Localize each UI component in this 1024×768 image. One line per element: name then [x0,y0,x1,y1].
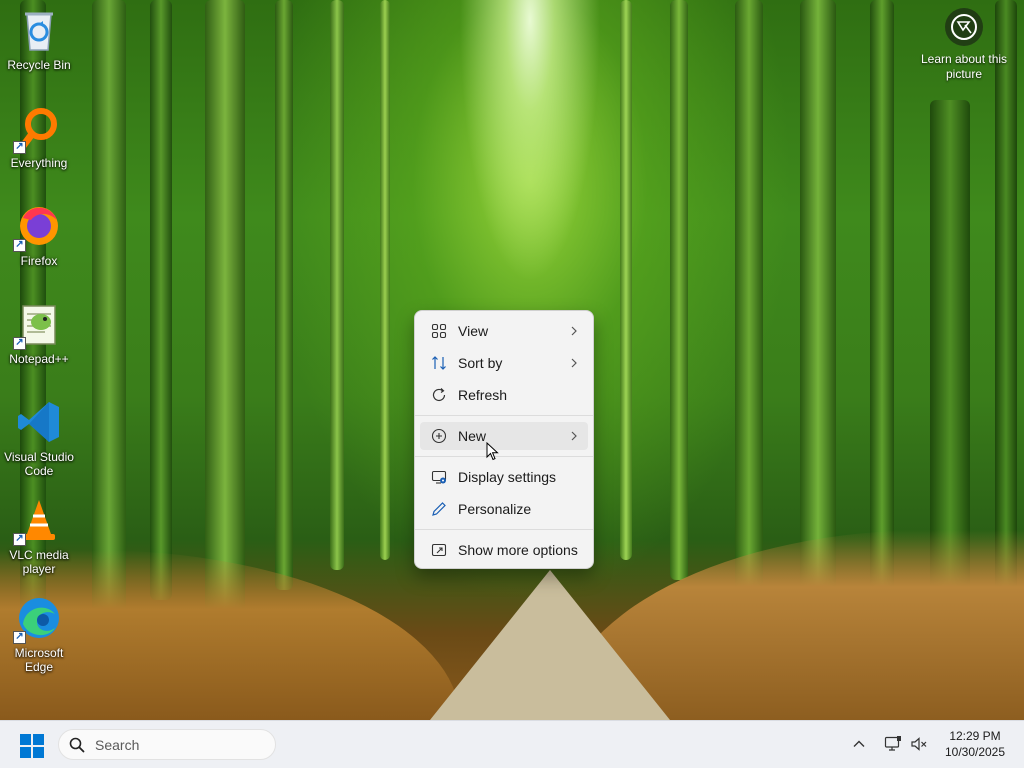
network-icon[interactable] [884,735,902,757]
menu-item-view[interactable]: View [420,317,588,345]
menu-item-new[interactable]: New [420,422,588,450]
menu-separator [415,529,593,530]
clock-date: 10/30/2025 [944,745,1006,759]
taskbar-clock[interactable]: 12:29 PM 10/30/2025 [935,728,1015,760]
desktop-icon-vlc[interactable]: ↗ VLC media player [2,490,76,578]
bamboo-stalk [995,0,1017,620]
menu-item-label: View [458,323,489,339]
menu-separator [415,456,593,457]
firefox-icon: ↗ [13,202,63,252]
desktop-icon-firefox[interactable]: ↗ Firefox [2,196,76,284]
taskbar-search-box[interactable] [58,729,276,760]
desktop-icon-vscode[interactable]: Visual Studio Code [2,392,76,480]
menu-item-label: Sort by [458,355,503,371]
camera-spotlight-icon [945,8,983,46]
menu-item-label: New [458,428,487,444]
desktop-icon-notepad-plus-plus[interactable]: ↗ Notepad++ [2,294,76,382]
plus-circle-icon [430,427,448,445]
recycle-bin-icon [15,6,63,54]
everything-search-icon: ↗ [13,104,63,154]
menu-item-show-more-options[interactable]: Show more options [420,536,588,564]
desktop-icon-label: Recycle Bin [7,58,71,72]
notepad-plus-plus-icon: ↗ [13,300,63,350]
expand-icon [430,541,448,559]
volume-muted-icon[interactable] [910,735,928,757]
desktop-icon-recycle-bin[interactable]: Recycle Bin [2,0,76,88]
bamboo-stalk [870,0,894,620]
refresh-icon [430,386,448,404]
mouse-cursor-icon [486,441,500,466]
learn-about-picture-label: Learn about this picture [920,52,1008,81]
bamboo-stalk [380,0,390,560]
menu-item-label: Refresh [458,387,508,403]
bamboo-stalk [670,0,688,580]
bamboo-stalk [330,0,344,570]
search-icon [69,737,85,753]
menu-item-label: Show more options [458,542,578,558]
grid-icon [430,322,448,340]
desktop-icon-label: Visual Studio Code [4,450,74,478]
menu-separator [415,415,593,416]
chevron-right-icon [570,429,578,445]
sort-icon [430,354,448,372]
desktop-icon-edge[interactable]: ↗ Microsoft Edge [2,588,76,676]
desktop-context-menu: View Sort by Refresh New Display setting… [414,310,594,569]
clock-time: 12:29 PM [949,729,1001,743]
bamboo-stalk [205,0,245,650]
menu-item-label: Personalize [458,501,532,517]
search-input[interactable] [93,735,257,754]
menu-item-sort-by[interactable]: Sort by [420,349,588,377]
chevron-right-icon [570,324,578,340]
bamboo-stalk [92,0,126,640]
edge-icon: ↗ [13,594,63,644]
display-settings-icon [430,468,448,486]
bamboo-stalk [275,0,293,590]
bamboo-stalk [150,0,172,600]
menu-item-personalize[interactable]: Personalize [420,495,588,523]
desktop-icon-label: Everything [10,156,68,170]
desktop-icon-label: VLC media player [9,548,69,576]
show-hidden-icons-chevron-icon[interactable] [852,736,866,755]
menu-item-refresh[interactable]: Refresh [420,381,588,409]
bamboo-stalk [620,0,632,560]
chevron-right-icon [570,356,578,372]
pen-icon [430,500,448,518]
shortcut-arrow-icon: ↗ [13,631,26,644]
stone-path [430,570,670,720]
desktop-icon-label: Firefox [20,254,58,268]
desktop-icon-label: Notepad++ [9,352,69,366]
windows-logo-icon [20,734,44,758]
desktop-icon-label: Microsoft Edge [14,646,64,674]
shortcut-arrow-icon: ↗ [13,337,26,350]
taskbar: 12:29 PM 10/30/2025 [0,720,1024,768]
vscode-icon [15,398,63,446]
shortcut-arrow-icon: ↗ [13,533,26,546]
menu-item-display-settings[interactable]: Display settings [420,463,588,491]
shortcut-arrow-icon: ↗ [13,239,26,252]
shortcut-arrow-icon: ↗ [13,141,26,154]
desktop-icon-everything[interactable]: ↗ Everything [2,98,76,186]
learn-about-picture[interactable]: Learn about this picture [918,8,1010,82]
menu-item-label: Display settings [458,469,557,485]
bamboo-stalk [735,0,763,610]
vlc-cone-icon: ↗ [13,496,63,546]
start-button[interactable] [20,734,44,758]
